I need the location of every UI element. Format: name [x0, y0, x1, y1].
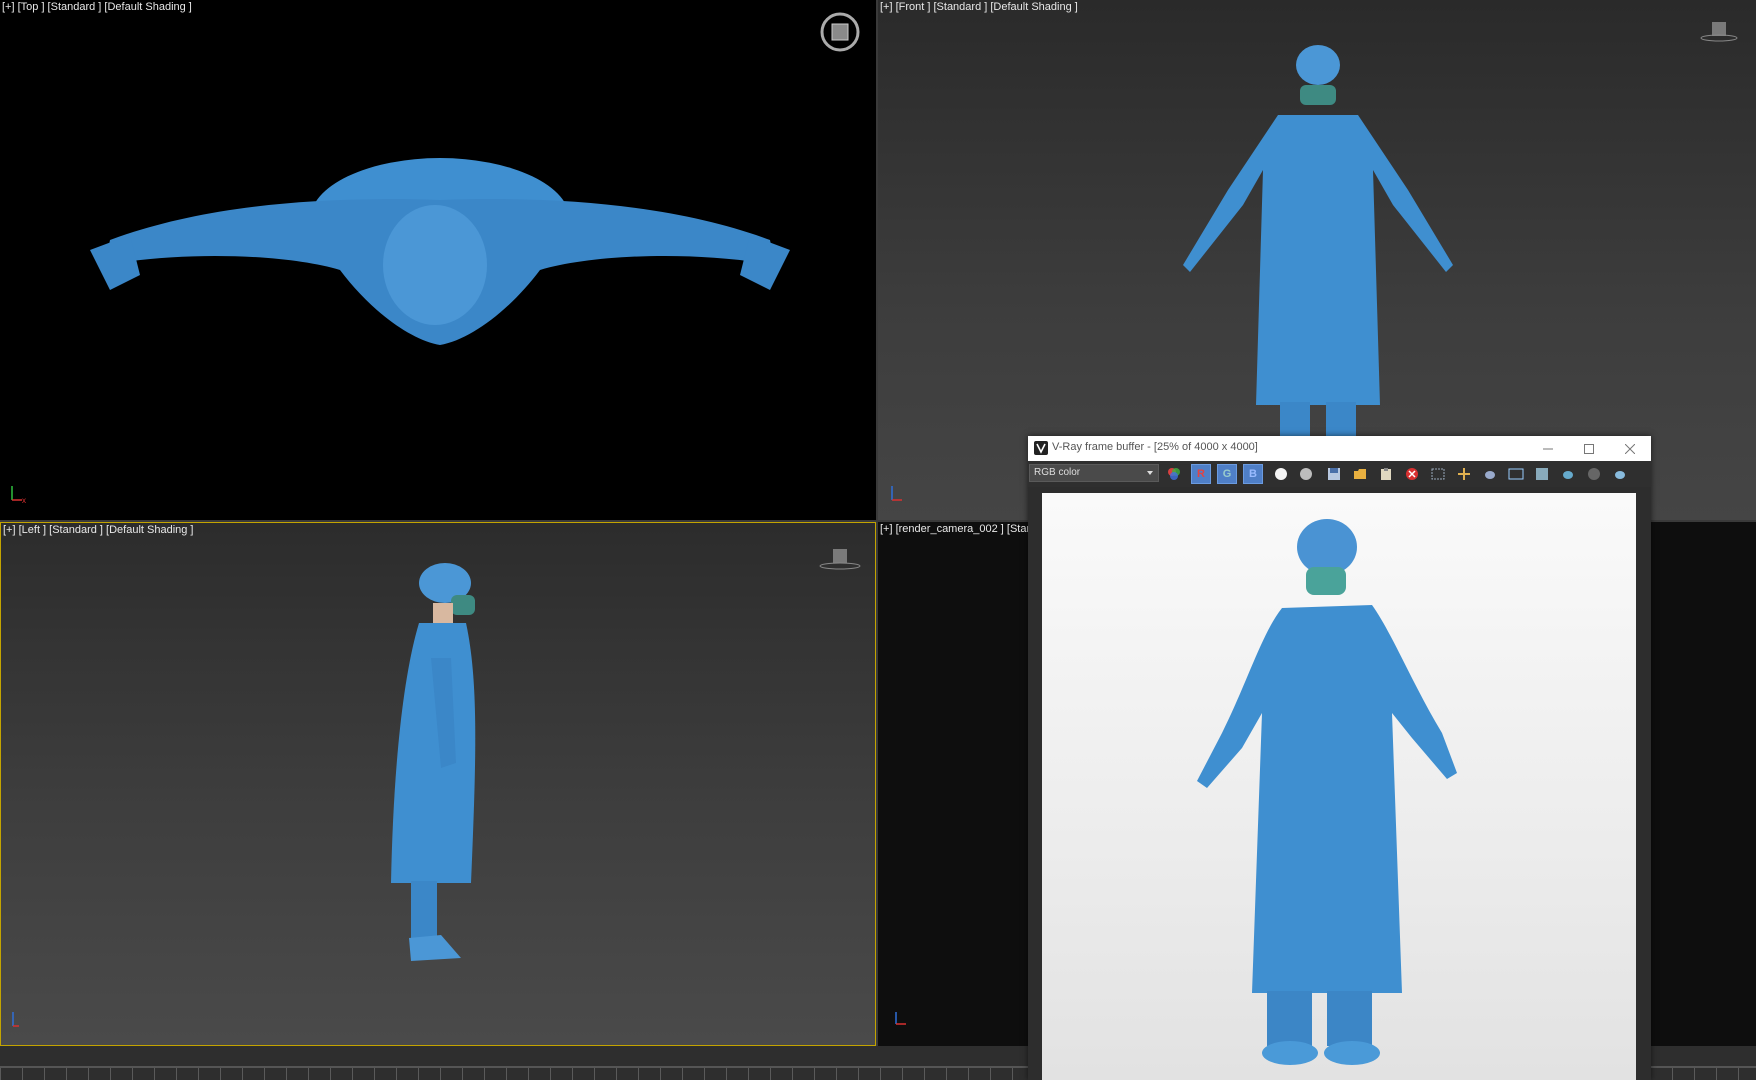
red-channel-button[interactable]: R: [1191, 464, 1211, 484]
mono-button[interactable]: [1296, 464, 1316, 484]
channel-select-value: RGB color: [1034, 467, 1081, 478]
svg-text:x: x: [22, 496, 26, 504]
clear-icon: [1406, 468, 1418, 480]
nurse-render: [1197, 519, 1457, 1065]
viewcube-icon[interactable]: [1700, 20, 1740, 44]
chevron-down-icon: [1147, 471, 1153, 475]
open-button[interactable]: [1350, 464, 1370, 484]
track-mouse-icon: [1458, 468, 1470, 480]
zoom-icon: [1536, 468, 1548, 480]
render-last-button[interactable]: [1610, 464, 1630, 484]
close-icon: [1625, 443, 1635, 454]
alpha-white-button[interactable]: [1271, 464, 1291, 484]
lens-effects-button[interactable]: [1506, 464, 1526, 484]
nurse-front-view: [1183, 45, 1453, 440]
vfb-title-bar[interactable]: V-Ray frame buffer - [25% of 4000 x 4000…: [1028, 436, 1651, 461]
nurse-top-view: [90, 158, 790, 345]
maximize-icon: [1584, 443, 1594, 454]
color-correction-icon: [1168, 468, 1180, 480]
vfb-title: V-Ray frame buffer - [25% of 4000 x 4000…: [1052, 441, 1258, 453]
stop-render-icon: [1588, 468, 1600, 480]
interactive-render-button[interactable]: [1558, 464, 1578, 484]
stop-render-button[interactable]: [1584, 464, 1604, 484]
minimize-icon: [1543, 448, 1553, 449]
region-render-button[interactable]: [1428, 464, 1448, 484]
maximize-button[interactable]: [1569, 436, 1609, 461]
axis-gizmo-icon: [891, 486, 902, 501]
axis-gizmo-icon: x: [11, 486, 26, 504]
axis-gizmo-icon: [12, 1012, 19, 1027]
viewcube-icon[interactable]: [819, 547, 863, 573]
clipboard-icon: [1381, 468, 1391, 480]
zoom-button[interactable]: [1532, 464, 1552, 484]
nurse-side-view: [391, 563, 476, 961]
blue-channel-label: B: [1249, 468, 1257, 480]
teapot-icon: [1485, 471, 1495, 479]
save-icon: [1328, 468, 1340, 480]
viewport-left[interactable]: [+] [Left ] [Standard ] [Default Shading…: [0, 522, 876, 1046]
vray-frame-buffer-window[interactable]: V-Ray frame buffer - [25% of 4000 x 4000…: [1028, 436, 1651, 1080]
green-channel-button[interactable]: G: [1217, 464, 1237, 484]
axis-gizmo-icon: [895, 1012, 906, 1025]
region-icon: [1431, 468, 1445, 480]
render-image[interactable]: [1042, 493, 1636, 1080]
viewport-label-camera[interactable]: [+] [render_camera_002 ] [Stan: [880, 523, 1033, 535]
viewcube-compass-icon[interactable]: [818, 10, 862, 54]
vray-logo-icon: [1034, 441, 1048, 455]
blue-channel-button[interactable]: B: [1243, 464, 1263, 484]
viewport-top[interactable]: [+] [Top ] [Standard ] [Default Shading …: [0, 0, 876, 520]
teapot-alt-icon: [1615, 471, 1625, 479]
open-icon: [1354, 469, 1366, 479]
viewport-label-left[interactable]: [+] [Left ] [Standard ] [Default Shading…: [3, 524, 193, 536]
save-button[interactable]: [1324, 464, 1344, 484]
lens-fx-icon: [1508, 468, 1524, 480]
clear-button[interactable]: [1402, 464, 1422, 484]
teapot-render-icon: [1563, 471, 1573, 479]
green-channel-label: G: [1222, 468, 1232, 480]
render-teapot-button[interactable]: [1480, 464, 1500, 484]
vfb-toolbar: RGB color R G B: [1028, 461, 1651, 487]
close-button[interactable]: [1610, 436, 1650, 461]
white-dot-icon: [1275, 468, 1287, 480]
red-channel-label: R: [1197, 468, 1205, 480]
clipboard-button[interactable]: [1376, 464, 1396, 484]
minimize-button[interactable]: [1528, 436, 1568, 461]
track-mouse-button[interactable]: [1454, 464, 1474, 484]
viewport-label-front[interactable]: [+] [Front ] [Standard ] [Default Shadin…: [880, 1, 1078, 13]
channel-select[interactable]: RGB color: [1029, 464, 1159, 482]
viewport-label-top[interactable]: [+] [Top ] [Standard ] [Default Shading …: [2, 1, 192, 13]
color-correction-button[interactable]: [1164, 464, 1184, 484]
gray-dot-icon: [1300, 468, 1312, 480]
